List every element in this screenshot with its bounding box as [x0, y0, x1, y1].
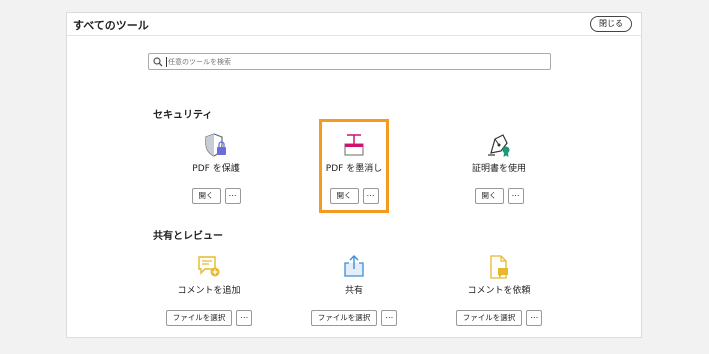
tool-request-comments[interactable]: コメントを依頼 ファイルを選択 ⋯ [429, 253, 569, 326]
highlight-frame [319, 119, 389, 213]
shield-lock-icon [205, 133, 226, 157]
tool-share[interactable]: 共有 ファイルを選択 ⋯ [284, 253, 424, 326]
search-icon [153, 57, 163, 67]
select-file-button[interactable]: ファイルを選択 [310, 310, 378, 326]
tool-search-box[interactable] [148, 53, 551, 70]
share-icon [344, 255, 364, 277]
panel-title: すべてのツール [73, 19, 149, 32]
more-options-button[interactable]: ⋯ [236, 310, 253, 326]
request-comment-icon [490, 255, 508, 279]
open-button[interactable]: 開く [191, 188, 221, 204]
tool-use-certificate[interactable]: 証明書を使用 開く ⋯ [429, 131, 569, 204]
tool-name: 共有 [344, 286, 363, 296]
close-button[interactable]: 閉じる [590, 16, 632, 32]
text-caret [166, 57, 167, 67]
section-title-security: セキュリティ [153, 110, 213, 121]
tool-protect-pdf[interactable]: PDF を保護 開く ⋯ [146, 131, 286, 204]
more-options-button[interactable]: ⋯ [507, 188, 524, 204]
search-input[interactable] [168, 55, 538, 68]
more-options-button[interactable]: ⋯ [526, 310, 543, 326]
select-file-button[interactable]: ファイルを選択 [165, 310, 233, 326]
more-options-button[interactable]: ⋯ [224, 188, 241, 204]
tool-name: 証明書を使用 [471, 164, 526, 174]
open-button[interactable]: 開く [474, 188, 504, 204]
section-title-share-review: 共有とレビュー [153, 231, 223, 242]
certificate-pen-icon [488, 134, 510, 157]
tool-add-comment[interactable]: コメントを追加 ファイルを選択 ⋯ [139, 253, 279, 326]
select-file-button[interactable]: ファイルを選択 [455, 310, 523, 326]
tool-name: コメントを依頼 [467, 286, 531, 296]
tool-name: PDF を保護 [192, 164, 240, 174]
more-options-button[interactable]: ⋯ [381, 310, 398, 326]
all-tools-panel: すべてのツール 閉じる セキュリティ PDF を保護 開く ⋯ [66, 12, 642, 338]
title-divider [67, 35, 641, 36]
tool-name: コメントを追加 [177, 286, 241, 296]
comment-add-icon [198, 256, 220, 277]
